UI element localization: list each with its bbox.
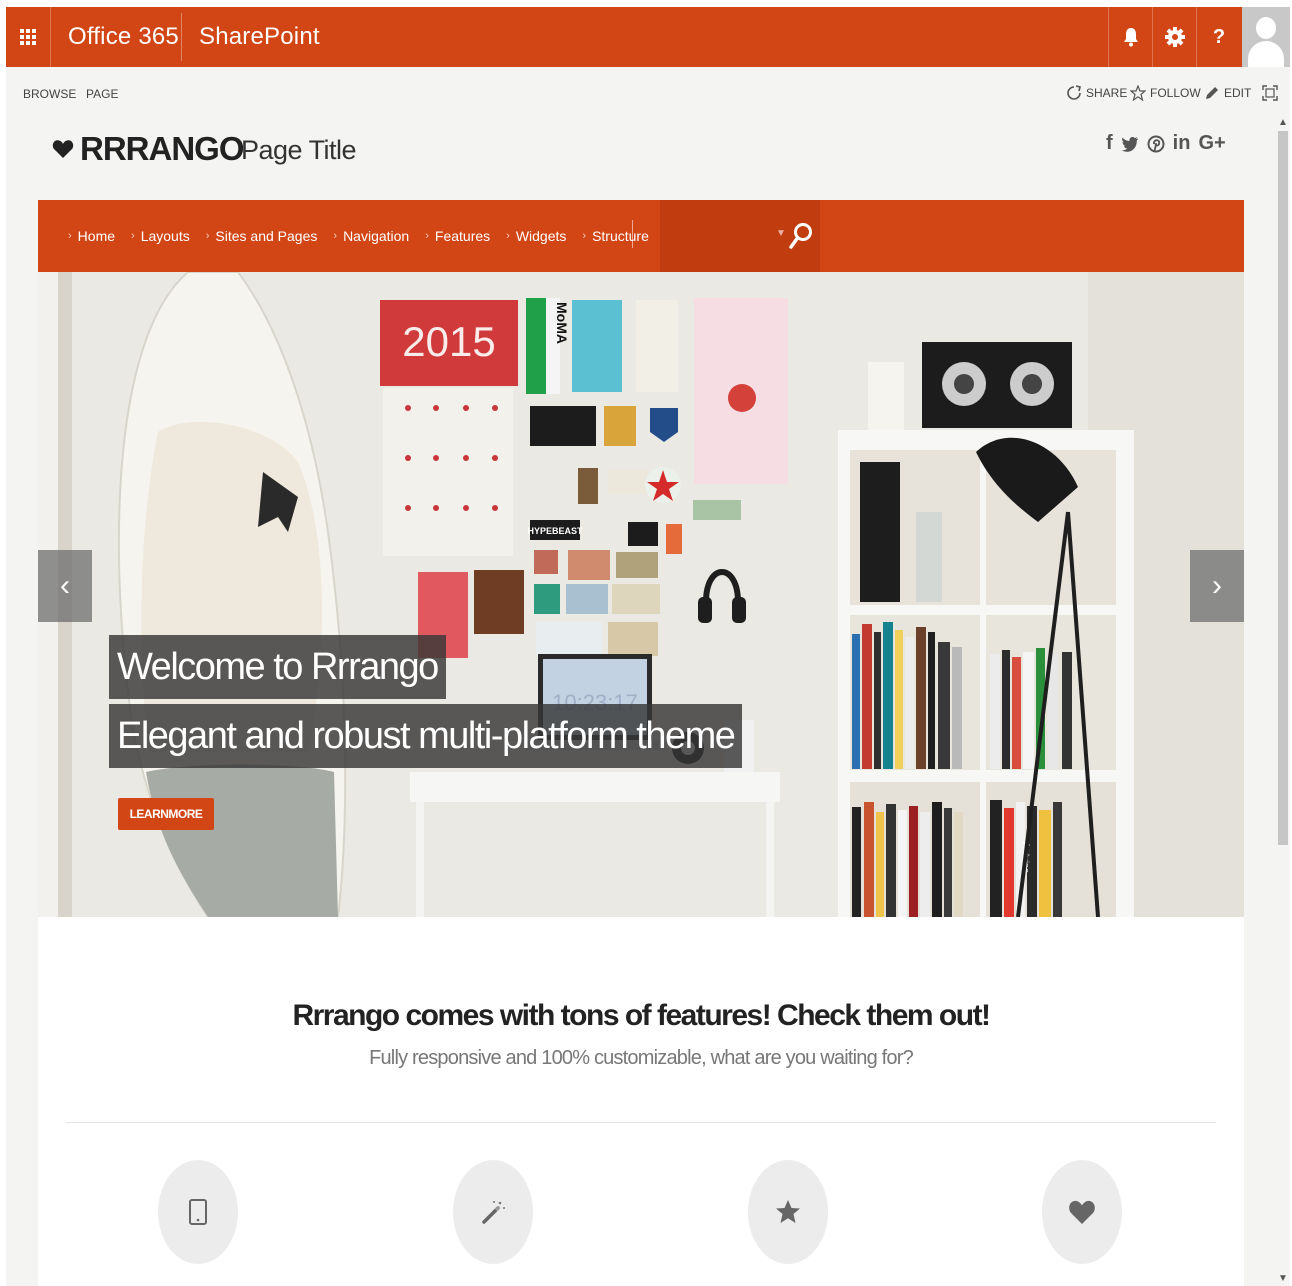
- heart-icon: [52, 140, 74, 158]
- star-icon: [776, 1200, 800, 1223]
- ribbon: BROWSE PAGE SHARE FOLLOW EDIT: [6, 67, 1290, 117]
- star-icon: [1130, 85, 1146, 101]
- nav-item-navigation[interactable]: › Navigation: [333, 228, 409, 244]
- nav-chevron-icon: ›: [68, 230, 72, 242]
- nav-chevron-icon: ›: [425, 230, 429, 242]
- page-title: Page Title: [241, 135, 357, 165]
- nav-chevron-icon: ›: [205, 230, 210, 242]
- settings-button[interactable]: [1152, 7, 1197, 67]
- vertical-scrollbar[interactable]: ▲ ▼: [1276, 117, 1290, 1286]
- top-navigation: › Home › Layouts › Sites and Pages › Navigat…: [38, 200, 1244, 272]
- heart-icon: [1069, 1200, 1095, 1224]
- nav-item-layouts[interactable]: › Layouts: [131, 228, 190, 244]
- focus-mode-button[interactable]: [1262, 85, 1278, 101]
- tab-page[interactable]: PAGE: [86, 87, 118, 101]
- avatar-body: [1248, 41, 1284, 67]
- user-avatar[interactable]: [1242, 7, 1290, 67]
- nav-chevron-icon: ›: [506, 230, 510, 242]
- app-launcher-button[interactable]: [6, 7, 51, 67]
- nav-item-widgets[interactable]: › Widgets: [506, 228, 566, 244]
- features-subheading: Fully responsive and 100% customizable, …: [369, 1047, 914, 1069]
- hero-caption-subtitle: Elegant and robust multi-platform theme: [109, 704, 743, 768]
- gear-icon: [1165, 27, 1185, 47]
- scroll-down-arrow-icon[interactable]: ▼: [1276, 1273, 1290, 1284]
- search-box[interactable]: ▼: [660, 200, 820, 272]
- edit-button[interactable]: EDIT: [1204, 85, 1251, 101]
- nav-item-structure[interactable]: › Structure: [582, 228, 648, 244]
- scroll-up-arrow-icon[interactable]: ▲: [1276, 117, 1290, 128]
- nav-item-features[interactable]: › Features: [425, 228, 490, 244]
- nav-chevron-icon: ›: [582, 230, 587, 242]
- carousel-next-button[interactable]: ›: [1190, 550, 1244, 622]
- features-heading: Rrrango comes with tons of features! Che…: [292, 999, 991, 1032]
- feature-loved[interactable]: [1042, 1160, 1122, 1264]
- nav-chevron-icon: ›: [131, 230, 135, 242]
- help-button[interactable]: ?: [1196, 7, 1241, 67]
- share-button[interactable]: SHARE: [1066, 85, 1127, 101]
- share-label: SHARE: [1086, 86, 1128, 100]
- nav-item-sites-and-pages[interactable]: › Sites and Pages: [206, 228, 318, 244]
- sharepoint-link[interactable]: SharePoint: [199, 7, 320, 67]
- follow-button[interactable]: FOLLOW: [1130, 85, 1201, 101]
- nav-item-label: Structure: [592, 228, 649, 244]
- carousel-prev-button[interactable]: ‹: [38, 550, 92, 622]
- nav-item-label: Sites and Pages: [215, 228, 318, 244]
- social-links: f in G+: [1106, 132, 1226, 155]
- follow-label: FOLLOW: [1150, 86, 1201, 100]
- nav-divider: [632, 220, 633, 248]
- search-icon[interactable]: [788, 222, 814, 250]
- nav-item-label: Home: [77, 228, 116, 244]
- hero-carousel: 2015 MoMA HYPEBEAST 10:23:17 ‹ › Welcome…: [38, 272, 1244, 917]
- nav-item-label: Widgets: [515, 228, 567, 244]
- features-section: Rrrango comes with tons of features! Che…: [38, 917, 1244, 1286]
- hero-caption-title: Welcome to Rrrango: [109, 635, 446, 699]
- twitter-icon[interactable]: [1121, 136, 1139, 152]
- nav-item-label: Navigation: [343, 228, 410, 244]
- magic-wand-icon: [482, 1201, 505, 1224]
- chevron-left-icon: ‹: [60, 569, 70, 602]
- sharepoint-window: Office 365 SharePoint ? BROWSE PAGE SHAR…: [6, 7, 1290, 1286]
- bell-icon: [1124, 28, 1138, 47]
- notifications-button[interactable]: [1108, 7, 1153, 67]
- tablet-icon: [189, 1199, 207, 1225]
- logo-text: RRRANGO: [80, 130, 244, 167]
- suite-divider: [181, 13, 182, 61]
- search-scope-caret-icon[interactable]: ▼: [776, 228, 786, 239]
- office365-link[interactable]: Office 365: [68, 7, 179, 67]
- poster-year: 2015: [402, 318, 495, 365]
- hero-photo: 2015 MoMA HYPEBEAST 10:23:17: [38, 272, 1244, 917]
- waffle-icon: [20, 29, 36, 45]
- edit-label: EDIT: [1224, 86, 1252, 100]
- googleplus-icon[interactable]: G+: [1198, 132, 1225, 155]
- feature-premium[interactable]: [748, 1160, 828, 1264]
- linkedin-icon[interactable]: in: [1173, 132, 1191, 155]
- feature-responsive[interactable]: [158, 1160, 238, 1264]
- pinterest-icon[interactable]: [1147, 135, 1165, 153]
- share-icon: [1067, 85, 1081, 100]
- nav-items: › Home › Layouts › Sites and Pages › Navigat…: [68, 200, 665, 272]
- facebook-icon[interactable]: f: [1106, 132, 1113, 155]
- pencil-icon: [1206, 87, 1218, 99]
- sticker-text: HYPEBEAST: [527, 526, 583, 536]
- site-logo[interactable]: RRRANGO: [52, 129, 244, 169]
- feature-customizable[interactable]: [453, 1160, 533, 1264]
- features-divider: [66, 1122, 1216, 1123]
- nav-item-home[interactable]: › Home: [68, 228, 115, 244]
- suite-bar: Office 365 SharePoint ?: [6, 7, 1290, 67]
- help-icon: ?: [1212, 25, 1226, 48]
- scroll-thumb[interactable]: [1278, 131, 1288, 845]
- poster-brand: MoMA: [554, 302, 570, 344]
- nav-item-label: Layouts: [140, 228, 190, 244]
- learn-more-button[interactable]: LEARNMORE: [118, 798, 214, 830]
- tab-browse[interactable]: BROWSE: [23, 87, 76, 101]
- chevron-right-icon: ›: [1212, 569, 1222, 602]
- nav-item-label: Features: [434, 228, 491, 244]
- focus-mode-icon: [1262, 85, 1278, 101]
- nav-chevron-icon: ›: [333, 230, 338, 242]
- avatar-head: [1256, 17, 1276, 39]
